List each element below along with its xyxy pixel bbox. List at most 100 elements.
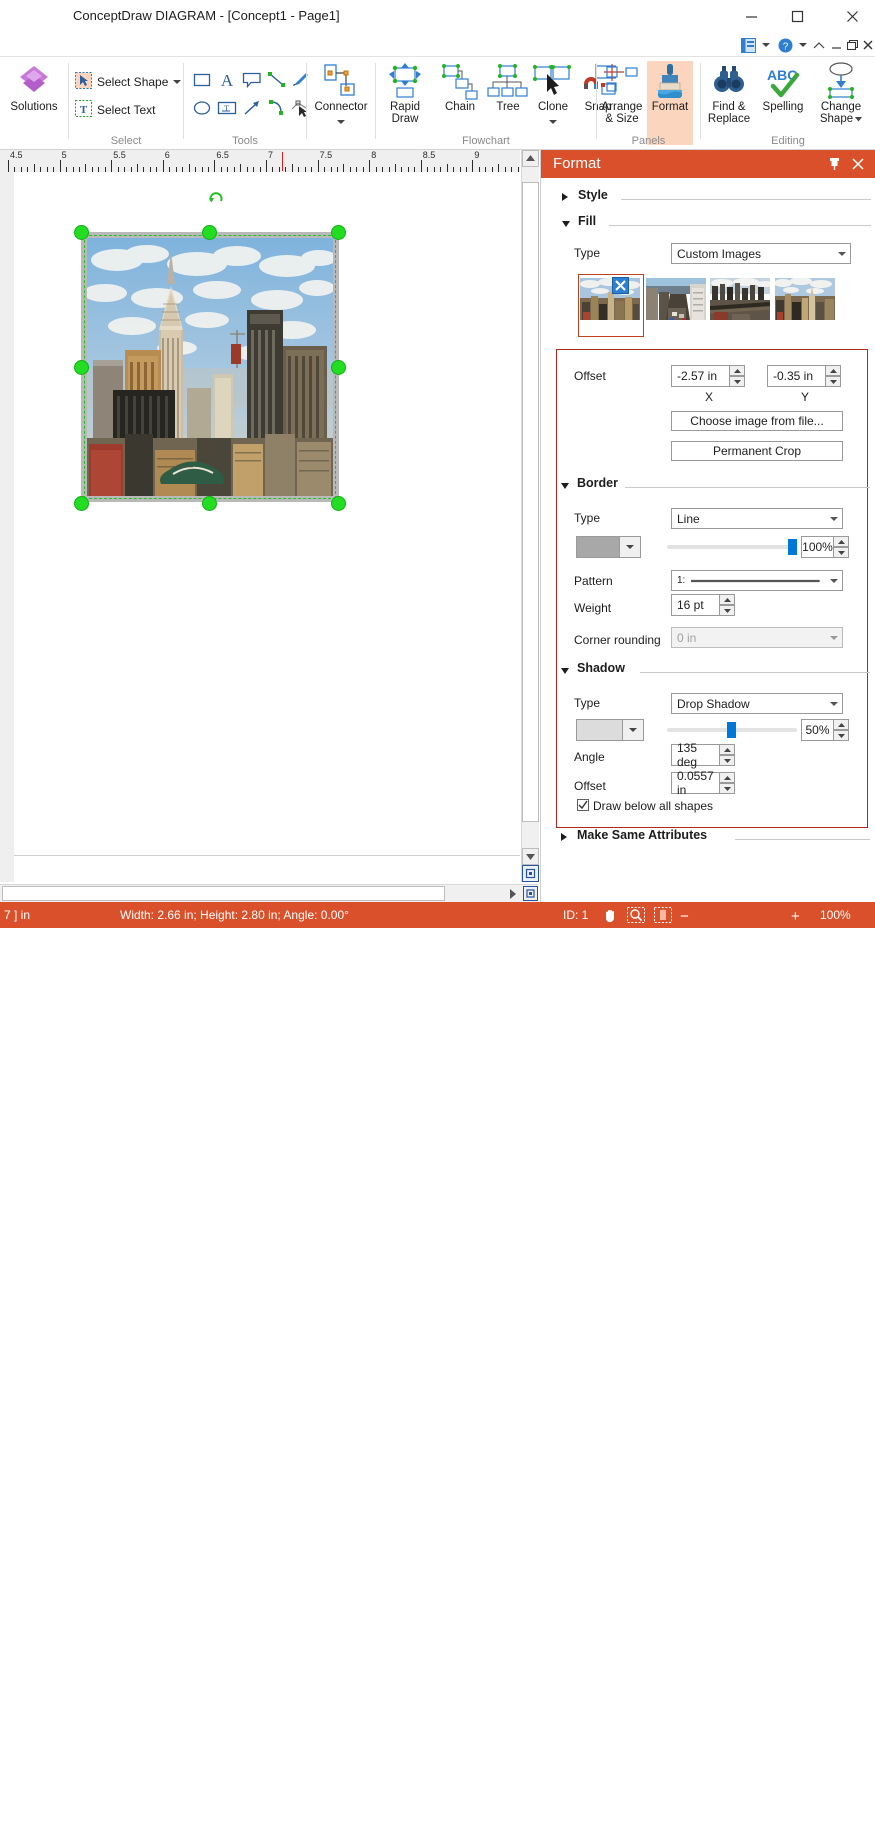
scroll-down-button[interactable] bbox=[522, 848, 539, 865]
text-tool-icon[interactable]: A bbox=[215, 69, 239, 91]
fill-thumbnail-2[interactable] bbox=[646, 278, 706, 320]
panels-chevron-down-icon[interactable] bbox=[760, 34, 772, 56]
find-replace-button[interactable]: Find &Replace bbox=[703, 61, 755, 125]
border-type-select[interactable]: Line bbox=[671, 508, 843, 529]
slider-thumb[interactable] bbox=[788, 539, 797, 555]
fill-offset-x-input[interactable]: -2.57 in bbox=[671, 365, 731, 387]
shadow-opacity-stepper[interactable] bbox=[833, 719, 849, 741]
stepper-down-icon[interactable] bbox=[825, 376, 841, 387]
doc-restore-icon[interactable] bbox=[845, 34, 859, 56]
border-opacity-stepper[interactable] bbox=[833, 536, 849, 558]
stepper-down-icon[interactable] bbox=[833, 547, 849, 558]
select-text-button[interactable]: T Select Text bbox=[75, 99, 155, 121]
draw-below-all-shapes-checkbox[interactable] bbox=[577, 799, 589, 811]
hand-tool-icon[interactable] bbox=[600, 906, 620, 924]
solutions-button[interactable]: Solutions bbox=[7, 61, 61, 113]
scroll-up-button[interactable] bbox=[522, 150, 539, 167]
horizontal-scrollbar[interactable] bbox=[0, 884, 538, 903]
page-view-button[interactable] bbox=[523, 886, 538, 901]
window-maximize-button[interactable] bbox=[774, 0, 820, 32]
stepper-up-icon[interactable] bbox=[719, 744, 735, 755]
zoom-out-button[interactable]: − bbox=[680, 908, 689, 925]
vertical-ruler[interactable] bbox=[0, 172, 15, 882]
ribbon-collapse-icon[interactable] bbox=[812, 34, 826, 56]
zoom-slider-thumb[interactable] bbox=[745, 1810, 748, 1824]
chevron-down-icon[interactable] bbox=[826, 578, 842, 584]
permanent-crop-button[interactable]: Permanent Crop bbox=[671, 441, 843, 461]
page-navigator-button[interactable] bbox=[522, 865, 539, 882]
fill-offset-y-stepper[interactable] bbox=[825, 365, 841, 387]
shadow-angle-input[interactable]: 135 deg bbox=[671, 744, 721, 766]
border-opacity-input[interactable]: 100% bbox=[801, 536, 834, 558]
chevron-down-icon[interactable] bbox=[826, 701, 842, 707]
stepper-down-icon[interactable] bbox=[729, 376, 745, 387]
shadow-type-select[interactable]: Drop Shadow bbox=[671, 693, 843, 714]
shadow-expander-icon[interactable] bbox=[561, 668, 569, 674]
stepper-down-icon[interactable] bbox=[833, 730, 849, 741]
vertical-scrollbar[interactable] bbox=[521, 150, 539, 882]
fill-thumbnail-4[interactable] bbox=[775, 278, 835, 320]
select-shape-chevron-down-icon[interactable] bbox=[173, 75, 181, 89]
shadow-offset-input[interactable]: 0.0557 in bbox=[671, 772, 721, 794]
resize-handle-nw[interactable] bbox=[74, 225, 89, 240]
connector-chevron-down-icon[interactable] bbox=[337, 114, 345, 128]
panels-icon[interactable] bbox=[739, 34, 757, 56]
help-chevron-down-icon[interactable] bbox=[797, 34, 809, 56]
shadow-color-picker[interactable] bbox=[576, 719, 644, 741]
doc-minimize-icon[interactable] bbox=[829, 34, 843, 56]
ellipse-tool-icon[interactable] bbox=[190, 97, 214, 119]
choose-image-from-file-button[interactable]: Choose image from file... bbox=[671, 411, 843, 431]
connector-button[interactable]: Connector bbox=[314, 61, 368, 128]
shadow-offset-stepper[interactable] bbox=[719, 772, 735, 794]
zoom-tool-icon[interactable] bbox=[625, 906, 647, 924]
chevron-down-icon[interactable] bbox=[622, 720, 643, 740]
stepper-up-icon[interactable] bbox=[729, 365, 745, 376]
border-pattern-select[interactable]: 1: bbox=[671, 570, 843, 591]
chain-button[interactable]: Chain bbox=[433, 61, 487, 113]
resize-handle-ne[interactable] bbox=[331, 225, 346, 240]
callout-tool-icon[interactable] bbox=[240, 69, 264, 91]
resize-handle-e[interactable] bbox=[331, 360, 346, 375]
fill-thumbnail-1[interactable] bbox=[580, 278, 640, 320]
resize-handle-n[interactable] bbox=[202, 225, 217, 240]
arrange-size-button[interactable]: Arrange& Size bbox=[597, 61, 647, 125]
spelling-button[interactable]: ABC Spelling bbox=[757, 61, 809, 113]
stepper-up-icon[interactable] bbox=[719, 772, 735, 783]
help-icon[interactable]: ? bbox=[776, 34, 794, 56]
select-shape-button[interactable]: Select Shape bbox=[75, 71, 181, 93]
border-opacity-slider[interactable] bbox=[667, 545, 797, 549]
arrow-tool-icon[interactable] bbox=[240, 97, 264, 119]
shadow-opacity-input[interactable]: 50% bbox=[801, 719, 834, 741]
format-button[interactable]: Format bbox=[647, 61, 693, 145]
remove-image-x-icon[interactable] bbox=[612, 277, 629, 294]
section-border[interactable]: Border bbox=[540, 476, 875, 496]
section-fill[interactable]: Fill bbox=[541, 214, 875, 234]
border-color-picker[interactable] bbox=[576, 536, 641, 558]
chevron-down-icon[interactable] bbox=[619, 537, 640, 557]
fit-page-icon[interactable] bbox=[652, 906, 674, 924]
rapid-draw-button[interactable]: RapidDraw bbox=[378, 61, 432, 125]
doc-close-icon[interactable] bbox=[861, 34, 875, 56]
style-expander-icon[interactable] bbox=[562, 193, 568, 201]
rectangle-tool-icon[interactable] bbox=[190, 69, 214, 91]
border-weight-stepper[interactable] bbox=[719, 594, 735, 616]
vertical-scroll-thumb[interactable] bbox=[522, 182, 539, 822]
stepper-up-icon[interactable] bbox=[833, 719, 849, 730]
horizontal-ruler[interactable]: 4.555.566.577.588.599.5 bbox=[0, 150, 520, 173]
resize-handle-w[interactable] bbox=[74, 360, 89, 375]
shadow-angle-stepper[interactable] bbox=[719, 744, 735, 766]
section-shadow[interactable]: Shadow bbox=[540, 661, 875, 681]
fill-thumbnail-3[interactable] bbox=[710, 278, 770, 320]
chevron-down-icon[interactable] bbox=[834, 251, 850, 257]
section-style[interactable]: Style bbox=[541, 188, 875, 208]
scroll-right-button[interactable] bbox=[504, 886, 520, 902]
rotate-handle[interactable] bbox=[208, 190, 224, 206]
horizontal-scroll-thumb[interactable] bbox=[2, 886, 445, 901]
change-shape-button[interactable]: ChangeShape bbox=[813, 61, 869, 125]
resize-handle-s[interactable] bbox=[202, 496, 217, 511]
pin-icon[interactable] bbox=[826, 156, 842, 172]
make-same-expander-icon[interactable] bbox=[561, 833, 567, 841]
fill-offset-y-input[interactable]: -0.35 in bbox=[767, 365, 827, 387]
resize-handle-se[interactable] bbox=[331, 496, 346, 511]
stepper-up-icon[interactable] bbox=[833, 536, 849, 547]
